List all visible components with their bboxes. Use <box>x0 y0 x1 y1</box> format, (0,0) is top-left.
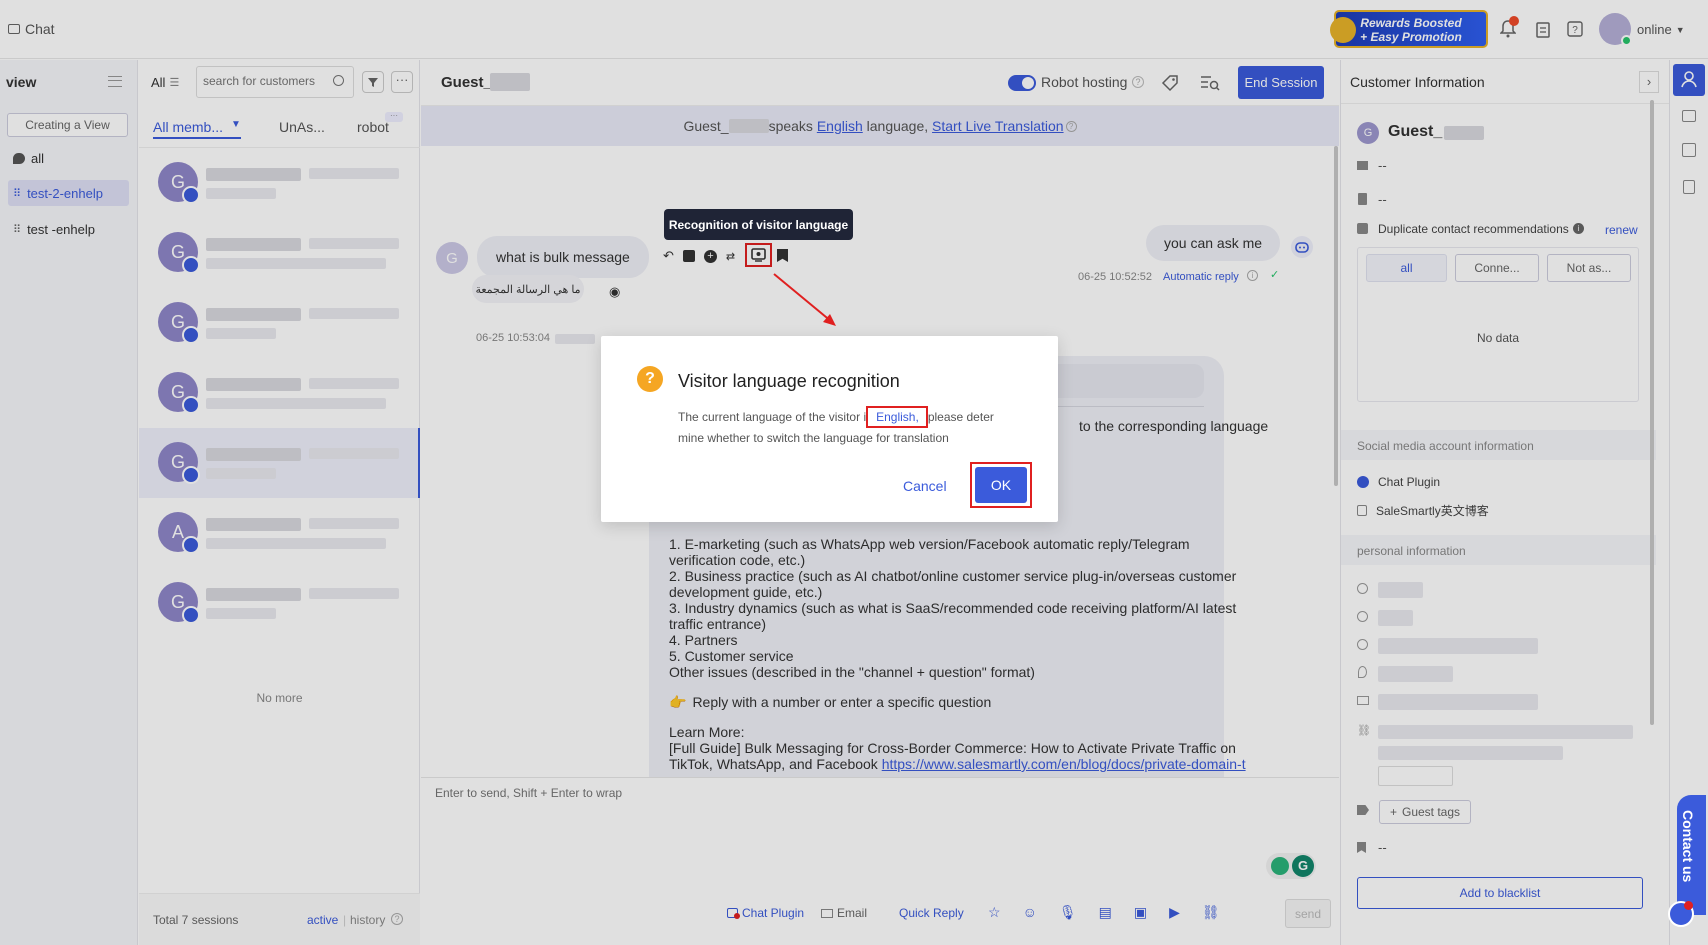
ok-button[interactable]: OK <box>975 467 1027 503</box>
language-recognition-dialog: ? Visitor language recognition The curre… <box>601 336 1058 522</box>
cancel-button[interactable]: Cancel <box>903 478 947 494</box>
warning-icon: ? <box>637 366 663 392</box>
annotation-arrow <box>773 273 836 326</box>
notification-dot <box>1684 901 1693 910</box>
chat-widget-icon[interactable] <box>1668 901 1694 927</box>
dialog-title: Visitor language recognition <box>678 371 900 391</box>
dialog-body: The current language of the visitor i Eng… <box>678 406 994 448</box>
ok-button-highlight: OK <box>970 462 1032 508</box>
contact-us-button[interactable]: Contact us <box>1677 795 1706 915</box>
detected-language-highlight: English, <box>866 406 928 428</box>
language-recognition-tooltip: Recognition of visitor language <box>664 209 853 240</box>
